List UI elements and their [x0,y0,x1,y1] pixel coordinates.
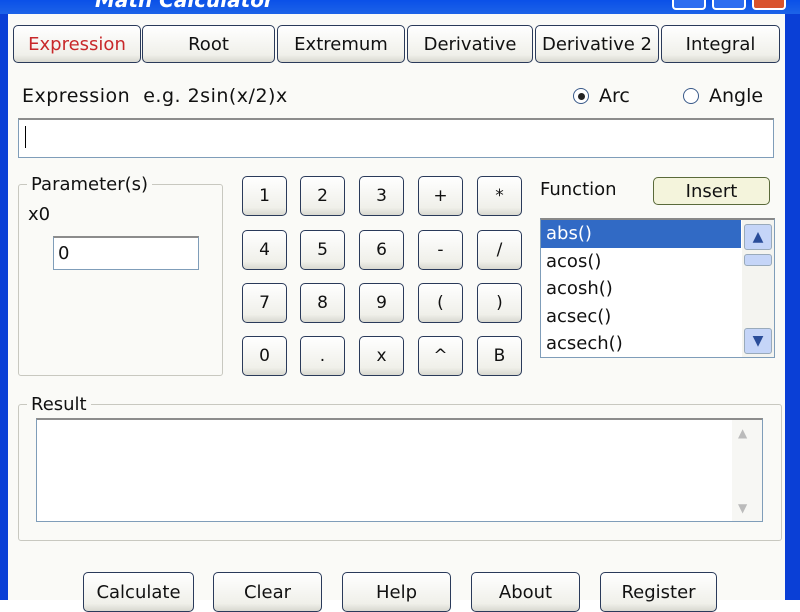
tab-integral[interactable]: Integral [661,25,780,63]
radio-angle-label: Angle [709,85,764,107]
client-area: Expression Root Extremum Derivative Deri… [8,14,785,612]
window-title: Math Calculator [95,0,274,12]
tab-derivative-2[interactable]: Derivative 2 [535,25,659,63]
function-list[interactable]: abs() acos() acosh() acsec() acsech() ▲ … [540,218,775,358]
key-button[interactable]: + [418,176,463,216]
list-item[interactable]: acos() [541,248,741,276]
scroll-thumb[interactable] [744,254,772,266]
scroll-down-icon[interactable]: ▼ [738,501,747,515]
parameter-name: x0 [28,204,51,225]
function-label: Function [540,179,617,200]
radio-arc[interactable]: Arc [573,85,630,107]
key-button[interactable]: B [477,336,522,376]
expression-input[interactable] [18,118,774,158]
scroll-up-icon[interactable]: ▲ [744,224,772,250]
radio-angle-dot [683,88,699,104]
list-item[interactable]: acsec() [541,303,741,331]
help-button[interactable]: Help [342,572,451,612]
list-item[interactable]: acsech() [541,330,741,357]
key-button[interactable]: 1 [242,176,287,216]
parameter-x0-input[interactable]: 0 [53,236,199,270]
app-window: Math Calculator Expression Root Extremum… [0,0,800,612]
radio-angle[interactable]: Angle [683,85,763,107]
key-button[interactable]: ) [477,283,522,323]
key-button[interactable]: ( [418,283,463,323]
key-button[interactable]: 2 [300,176,345,216]
calculate-button[interactable]: Calculate [83,572,194,612]
key-button[interactable]: 0 [242,336,287,376]
tab-extremum[interactable]: Extremum [277,25,405,63]
text-cursor [25,126,26,148]
result-scrollbar[interactable]: ▲ ▼ [732,420,762,521]
radio-arc-label: Arc [599,85,630,107]
parameters-legend: Parameter(s) [31,174,149,195]
list-item[interactable]: acosh() [541,275,741,303]
function-list-scrollbar[interactable]: ▲ ▼ [742,220,774,357]
scroll-down-icon[interactable]: ▼ [744,328,772,354]
key-button[interactable]: * [477,176,522,216]
register-button[interactable]: Register [600,572,717,612]
result-legend: Result [31,394,87,415]
maximize-button[interactable] [712,0,746,10]
about-button[interactable]: About [471,572,580,612]
key-button[interactable]: 8 [300,283,345,323]
tab-root[interactable]: Root [142,25,275,63]
key-button[interactable]: 7 [242,283,287,323]
clear-button[interactable]: Clear [213,572,322,612]
key-button[interactable]: 9 [359,283,404,323]
key-button[interactable]: 4 [242,230,287,270]
key-button[interactable]: x [359,336,404,376]
key-button[interactable]: - [418,230,463,270]
result-output[interactable]: ▲ ▼ [36,418,763,522]
insert-button[interactable]: Insert [653,177,770,205]
key-button[interactable]: 5 [300,230,345,270]
close-button[interactable] [752,0,786,10]
expression-label: Expression e.g. 2sin(x/2)x [22,85,288,107]
key-button[interactable]: ^ [418,336,463,376]
key-button[interactable]: . [300,336,345,376]
minimize-button[interactable] [672,0,706,10]
title-bar: Math Calculator [0,0,800,14]
radio-arc-dot [573,88,589,104]
tab-derivative[interactable]: Derivative [407,25,533,63]
key-button[interactable]: 6 [359,230,404,270]
scroll-up-icon[interactable]: ▲ [738,426,747,440]
list-item[interactable]: abs() [541,220,741,248]
key-button[interactable]: 3 [359,176,404,216]
key-button[interactable]: / [477,230,522,270]
tab-expression[interactable]: Expression [13,25,141,63]
